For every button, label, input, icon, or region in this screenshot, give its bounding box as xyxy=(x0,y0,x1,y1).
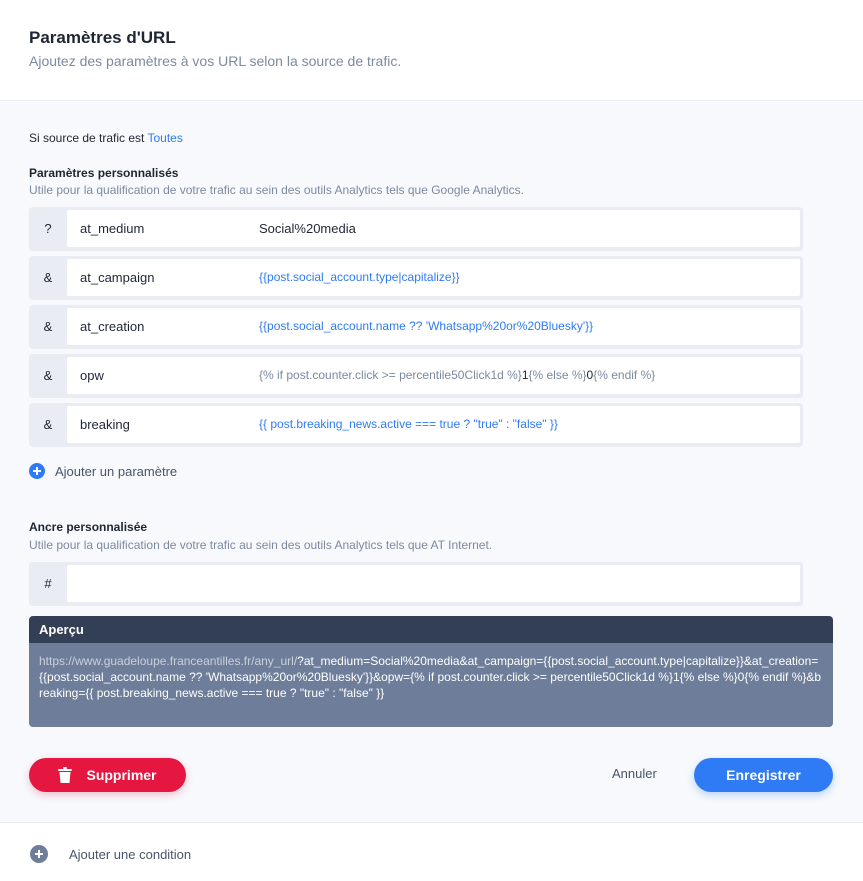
custom-params-title: Paramètres personnalisés xyxy=(29,166,179,180)
modal-header: Paramètres d'URL Ajoutez des paramètres … xyxy=(0,0,863,101)
value-part: {% else %} xyxy=(528,368,587,382)
param-separator: & xyxy=(43,417,53,432)
add-parameter-button[interactable]: Ajouter un paramètre xyxy=(29,462,177,480)
param-separator: & xyxy=(43,270,53,285)
param-row: & breaking {{ post.breaking_news.active … xyxy=(29,403,803,447)
param-separator: ? xyxy=(44,221,52,236)
traffic-source-prefix: Si source de trafic est xyxy=(29,131,148,145)
preview-url: https://www.guadeloupe.franceantilles.fr… xyxy=(29,643,833,727)
anchor-description: Utile pour la qualification de votre tra… xyxy=(29,538,493,552)
traffic-source-line: Si source de trafic est Toutes xyxy=(29,131,183,145)
page-title: Paramètres d'URL xyxy=(29,28,176,47)
save-button[interactable]: Enregistrer xyxy=(694,758,833,792)
add-condition-button[interactable]: Ajouter une condition xyxy=(30,845,191,863)
value-part: 1 xyxy=(521,368,529,382)
param-separator: & xyxy=(43,368,53,383)
param-key-input[interactable]: at_campaign xyxy=(67,259,271,296)
plus-circle-icon xyxy=(30,845,48,863)
anchor-separator: # xyxy=(44,576,52,591)
param-separator: & xyxy=(43,319,53,334)
param-key-input[interactable]: opw xyxy=(67,357,271,394)
custom-params-description: Utile pour la qualification de votre tra… xyxy=(29,183,524,197)
traffic-source-link[interactable]: Toutes xyxy=(148,131,183,145)
param-row: & at_campaign {{post.social_account.type… xyxy=(29,256,803,300)
delete-button[interactable]: Supprimer xyxy=(29,758,186,792)
anchor-row: # xyxy=(29,562,803,606)
anchor-value-input[interactable] xyxy=(248,565,800,602)
value-part: {% endif %} xyxy=(593,368,656,382)
param-key-input[interactable]: at_medium xyxy=(67,210,271,247)
add-parameter-label: Ajouter un paramètre xyxy=(55,463,178,479)
plus-circle-icon xyxy=(29,463,45,479)
param-value-input[interactable]: {{post.social_account.type|capitalize}} xyxy=(248,259,800,296)
page-subtitle: Ajoutez des paramètres à vos URL selon l… xyxy=(29,53,402,69)
param-key-input[interactable]: at_creation xyxy=(67,308,271,345)
cancel-button[interactable]: Annuler xyxy=(612,766,657,781)
anchor-title: Ancre personnalisée xyxy=(29,520,148,534)
param-value-input[interactable]: {% if post.counter.click >= percentile50… xyxy=(248,357,800,394)
param-row: & at_creation {{post.social_account.name… xyxy=(29,305,803,349)
anchor-key-input[interactable] xyxy=(67,565,271,602)
preview-panel: Aperçu https://www.guadeloupe.franceanti… xyxy=(29,616,833,727)
param-value-input[interactable]: {{post.social_account.name ?? 'Whatsapp%… xyxy=(248,308,800,345)
preview-title: Aperçu xyxy=(29,616,833,643)
value-part: {% if post.counter.click >= percentile50… xyxy=(259,368,522,382)
add-condition-label: Ajouter une condition xyxy=(69,846,192,862)
delete-label: Supprimer xyxy=(86,767,157,783)
param-value-input[interactable]: {{ post.breaking_news.active === true ? … xyxy=(248,406,800,443)
param-key-input[interactable]: breaking xyxy=(67,406,271,443)
param-row: & opw {% if post.counter.click >= percen… xyxy=(29,354,803,398)
param-value-input[interactable]: Social%20media xyxy=(248,210,800,247)
preview-base-url: https://www.guadeloupe.franceantilles.fr… xyxy=(39,654,298,668)
param-row: ? at_medium Social%20media xyxy=(29,207,803,251)
trash-icon xyxy=(58,767,73,783)
